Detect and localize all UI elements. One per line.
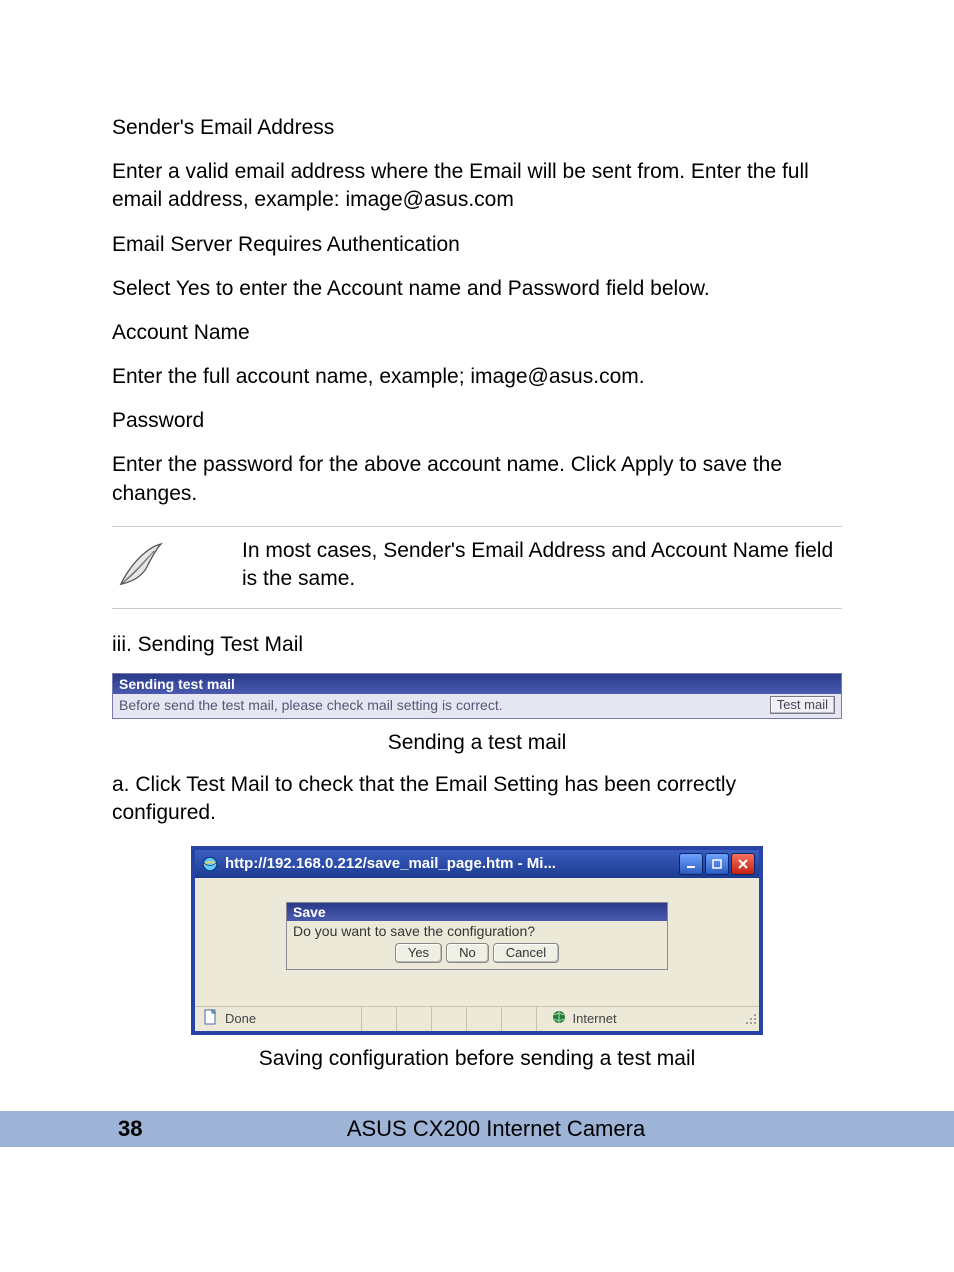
minimize-button[interactable] bbox=[679, 853, 703, 875]
sending-test-mail-title: Sending test mail bbox=[113, 674, 841, 694]
section-heading-sending-test-mail: iii. Sending Test Mail bbox=[112, 633, 842, 657]
heading-account-name: Account Name bbox=[112, 321, 842, 345]
save-panel: Save Do you want to save the configurati… bbox=[286, 902, 668, 970]
paragraph-sender-email: Enter a valid email address where the Em… bbox=[112, 158, 842, 215]
yes-button[interactable]: Yes bbox=[395, 943, 442, 963]
caption-saving-config: Saving configuration before sending a te… bbox=[112, 1047, 842, 1071]
paragraph-account-name: Enter the full account name, example; im… bbox=[112, 363, 842, 391]
close-button[interactable] bbox=[731, 853, 755, 875]
status-segments bbox=[362, 1007, 541, 1031]
dialog-body: Save Do you want to save the configurati… bbox=[195, 878, 759, 1006]
paragraph-step-a: a. Click Test Mail to check that the Ema… bbox=[112, 771, 842, 828]
dialog-title-text: http://192.168.0.212/save_mail_page.htm … bbox=[225, 855, 556, 872]
status-done-text: Done bbox=[225, 1011, 256, 1026]
page-content: Sender's Email Address Enter a valid ema… bbox=[0, 0, 954, 1071]
no-button[interactable]: No bbox=[446, 943, 489, 963]
test-mail-button[interactable]: Test mail bbox=[770, 696, 835, 714]
internet-zone-icon bbox=[551, 1009, 567, 1028]
caption-sending-test-mail: Sending a test mail bbox=[112, 731, 842, 755]
save-config-dialog: http://192.168.0.212/save_mail_page.htm … bbox=[191, 846, 763, 1035]
cancel-button[interactable]: Cancel bbox=[493, 943, 559, 963]
paragraph-auth: Select Yes to enter the Account name and… bbox=[112, 275, 842, 303]
heading-password: Password bbox=[112, 409, 842, 433]
status-zone-text: Internet bbox=[573, 1011, 617, 1026]
feather-note-icon bbox=[112, 580, 168, 597]
dialog-title-bar[interactable]: http://192.168.0.212/save_mail_page.htm … bbox=[195, 850, 759, 878]
note-text: In most cases, Sender's Email Address an… bbox=[242, 537, 842, 594]
status-bar: Done Internet bbox=[195, 1006, 759, 1031]
save-panel-header: Save bbox=[287, 903, 667, 921]
note-box: In most cases, Sender's Email Address an… bbox=[112, 526, 842, 609]
sending-test-mail-text: Before send the test mail, please check … bbox=[119, 697, 503, 713]
page-footer: 38 ASUS CX200 Internet Camera bbox=[0, 1111, 954, 1147]
sending-test-mail-panel: Sending test mail Before send the test m… bbox=[112, 673, 842, 719]
paragraph-password: Enter the password for the above account… bbox=[112, 451, 842, 508]
ie-icon bbox=[201, 855, 219, 873]
maximize-button[interactable] bbox=[705, 853, 729, 875]
page-icon bbox=[203, 1009, 219, 1028]
page-number: 38 bbox=[0, 1116, 198, 1142]
save-prompt-text: Do you want to save the configuration? bbox=[293, 923, 661, 939]
footer-title: ASUS CX200 Internet Camera bbox=[198, 1116, 954, 1142]
resize-grip-icon[interactable] bbox=[739, 1011, 759, 1027]
window-controls bbox=[679, 853, 755, 875]
heading-auth: Email Server Requires Authentication bbox=[112, 233, 842, 257]
heading-sender-email: Sender's Email Address bbox=[112, 116, 842, 140]
